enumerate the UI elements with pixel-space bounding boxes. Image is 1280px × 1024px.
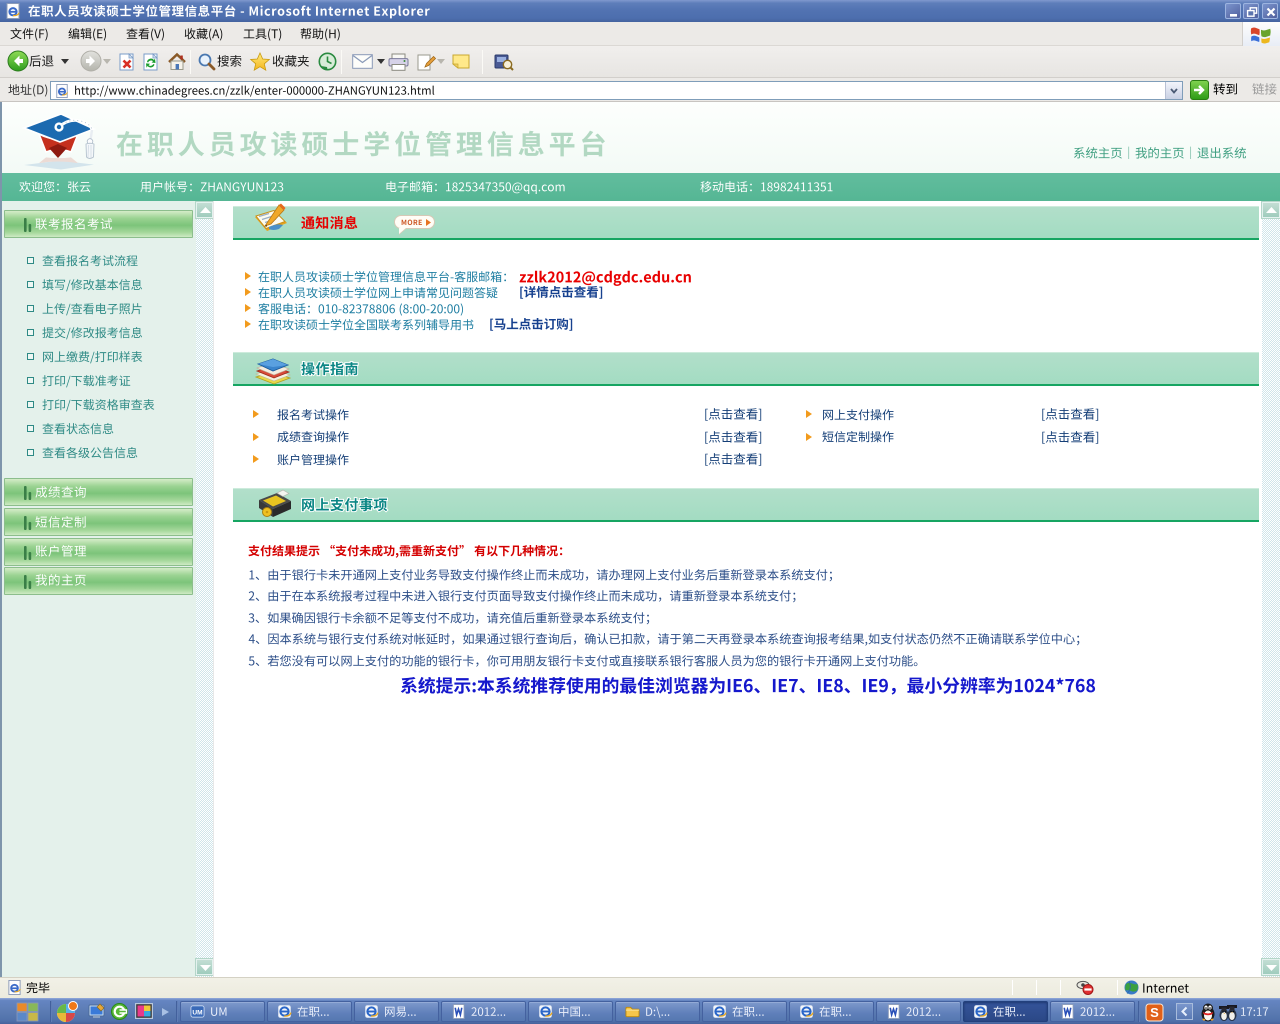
svg-text:S: S — [1150, 1005, 1159, 1020]
